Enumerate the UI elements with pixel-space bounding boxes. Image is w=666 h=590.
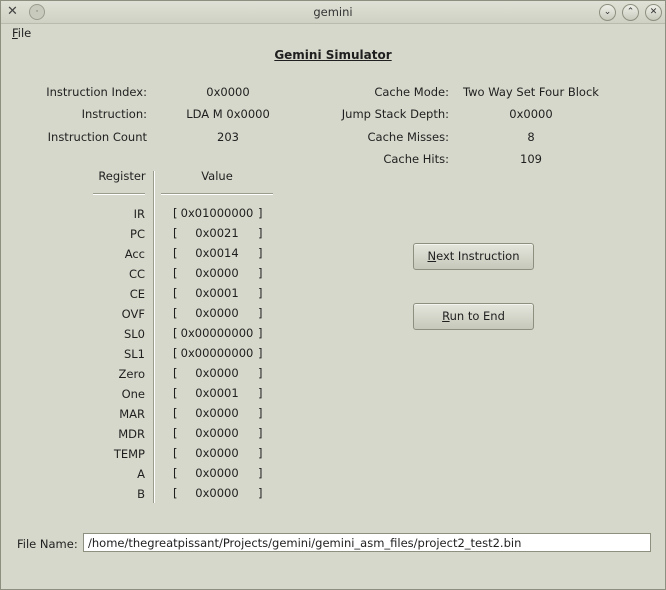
- register-name: OVF: [121, 307, 145, 321]
- bracket-close: ]: [258, 226, 263, 240]
- next-instruction-mnemonic: N: [427, 249, 437, 263]
- bracket-close: ]: [258, 246, 263, 260]
- register-row: CE[0x0001]: [1, 286, 281, 307]
- value-column-header: Value: [201, 169, 233, 183]
- jump-stack-depth-label: Jump Stack Depth:: [341, 107, 449, 121]
- instruction-value: LDA M 0x0000: [186, 107, 270, 121]
- run-to-end-label: un to End: [449, 309, 505, 323]
- register-name: Acc: [124, 247, 145, 261]
- bracket-close: ]: [258, 366, 263, 380]
- bracket-close: ]: [258, 386, 263, 400]
- cache-misses-value: 8: [527, 130, 535, 144]
- title-bar[interactable]: ✕ · gemini ⌄ ⌃ ✕: [1, 1, 665, 24]
- window-title: gemini: [313, 5, 353, 19]
- register-row: IR[0x01000000]: [1, 206, 281, 227]
- value-header-divider: [161, 194, 273, 195]
- menu-bar: File: [1, 24, 665, 42]
- register-name: MDR: [118, 427, 145, 441]
- register-row: OVF[0x0000]: [1, 306, 281, 327]
- cache-mode-value: Two Way Set Four Block: [463, 85, 599, 99]
- register-name: IR: [133, 207, 145, 221]
- register-name: CC: [128, 267, 145, 281]
- next-instruction-label: ext Instruction: [436, 249, 520, 263]
- menu-file-label: ile: [17, 26, 32, 40]
- instruction-count-value: 203: [217, 130, 239, 144]
- register-row: TEMP[0x0000]: [1, 446, 281, 467]
- instruction-index-value: 0x0000: [206, 85, 250, 99]
- file-name-field[interactable]: [83, 533, 651, 552]
- register-row: SL1[0x00000000]: [1, 346, 281, 367]
- jump-stack-depth-value: 0x0000: [509, 107, 553, 121]
- register-row: PC[0x0021]: [1, 226, 281, 247]
- register-row: Acc[0x0014]: [1, 246, 281, 267]
- bracket-close: ]: [258, 286, 263, 300]
- register-column-header: Register: [98, 169, 146, 183]
- register-header-divider: [93, 194, 145, 195]
- register-name: TEMP: [113, 447, 145, 461]
- register-value: 0x0000: [195, 306, 239, 320]
- run-to-end-button[interactable]: Run to End: [413, 303, 534, 330]
- cache-hits-value: 109: [520, 152, 542, 166]
- cache-mode-label: Cache Mode:: [374, 85, 449, 99]
- register-value: 0x0021: [195, 226, 239, 240]
- register-name: Zero: [118, 367, 145, 381]
- register-row: SL0[0x00000000]: [1, 326, 281, 347]
- register-value: 0x0000: [195, 406, 239, 420]
- register-value: 0x0000: [195, 366, 239, 380]
- register-value: 0x00000000: [180, 326, 254, 340]
- maximize-button[interactable]: ⌃: [622, 4, 639, 21]
- register-value: 0x0001: [195, 386, 239, 400]
- register-value: 0x0014: [195, 246, 239, 260]
- register-value: 0x0000: [195, 446, 239, 460]
- register-name: B: [137, 487, 145, 501]
- register-row: A[0x0000]: [1, 466, 281, 487]
- register-name: SL0: [123, 327, 145, 341]
- register-name: One: [121, 387, 145, 401]
- instruction-index-label: Instruction Index:: [46, 85, 147, 99]
- register-name: SL1: [123, 347, 145, 361]
- app-window: ✕ · gemini ⌄ ⌃ ✕ File Gemini Simulator I…: [0, 0, 666, 590]
- register-name: MAR: [119, 407, 145, 421]
- instruction-label: Instruction:: [81, 107, 147, 121]
- bracket-close: ]: [258, 486, 263, 500]
- bracket-close: ]: [258, 326, 263, 340]
- page-title: Gemini Simulator: [274, 48, 392, 62]
- cache-misses-label: Cache Misses:: [367, 130, 449, 144]
- bracket-close: ]: [258, 346, 263, 360]
- register-row: CC[0x0000]: [1, 266, 281, 287]
- file-name-label: File Name:: [17, 537, 78, 551]
- register-name: A: [137, 467, 145, 481]
- run-to-end-mnemonic: R: [442, 309, 450, 323]
- register-row: Zero[0x0000]: [1, 366, 281, 387]
- register-value: 0x0001: [195, 286, 239, 300]
- menu-file[interactable]: File: [12, 26, 31, 40]
- register-value: 0x0000: [195, 266, 239, 280]
- close-button[interactable]: ✕: [645, 4, 662, 21]
- register-name: CE: [129, 287, 145, 301]
- register-value: 0x0000: [195, 486, 239, 500]
- instruction-count-label: Instruction Count: [47, 130, 147, 144]
- bracket-close: ]: [258, 426, 263, 440]
- register-row: MAR[0x0000]: [1, 406, 281, 427]
- register-value: 0x0000: [195, 426, 239, 440]
- bracket-close: ]: [258, 446, 263, 460]
- register-value: 0x00000000: [180, 346, 254, 360]
- bracket-close: ]: [258, 266, 263, 280]
- register-value: 0x0000: [195, 466, 239, 480]
- bracket-close: ]: [258, 466, 263, 480]
- register-value: 0x01000000: [180, 206, 254, 220]
- cache-hits-label: Cache Hits:: [383, 152, 449, 166]
- bracket-close: ]: [258, 406, 263, 420]
- bracket-close: ]: [258, 306, 263, 320]
- register-row: MDR[0x0000]: [1, 426, 281, 447]
- register-row: B[0x0000]: [1, 486, 281, 507]
- register-name: PC: [130, 227, 145, 241]
- next-instruction-button[interactable]: Next Instruction: [413, 243, 534, 270]
- register-row: One[0x0001]: [1, 386, 281, 407]
- bracket-close: ]: [258, 206, 263, 220]
- minimize-button[interactable]: ⌄: [599, 4, 616, 21]
